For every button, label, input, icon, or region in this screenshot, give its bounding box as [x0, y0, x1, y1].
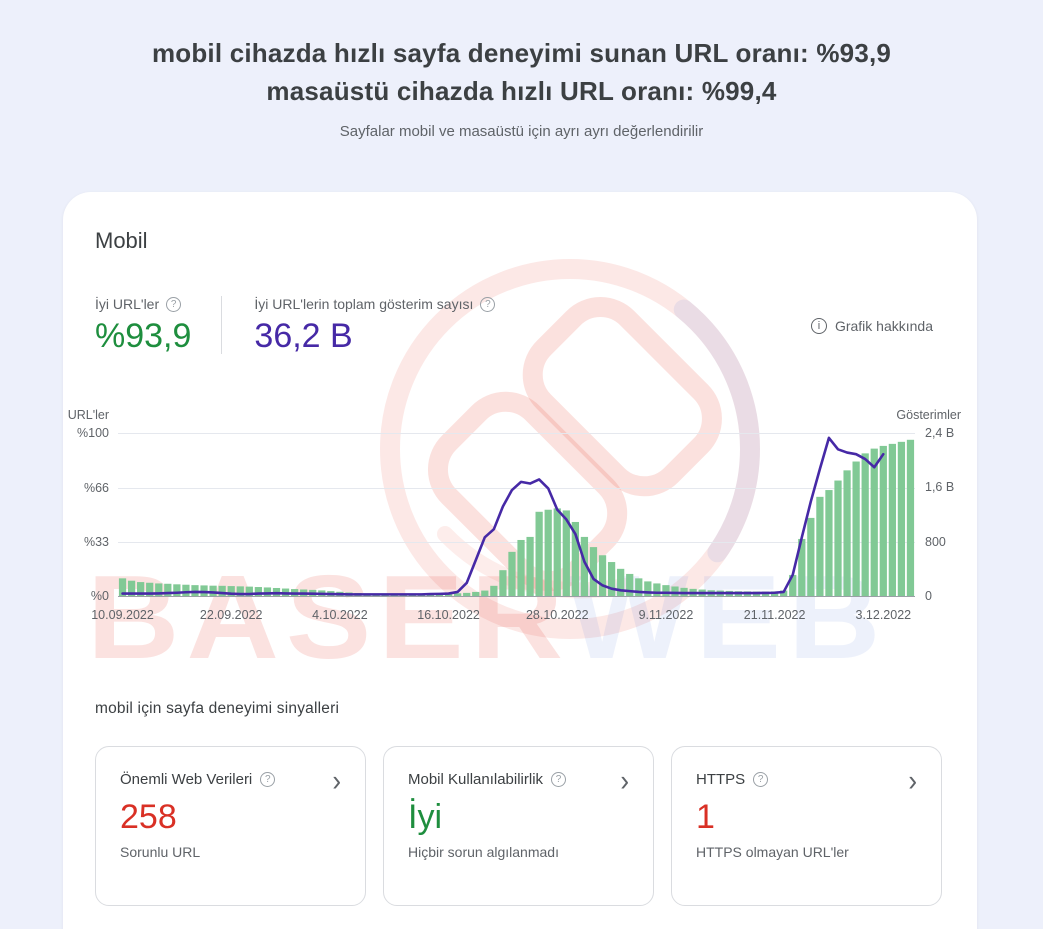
help-icon[interactable]: ?: [260, 772, 275, 787]
about-chart-label: Grafik hakkında: [835, 318, 933, 334]
stat-impressions[interactable]: İyi URL'lerin toplam gösterim sayısı ? 3…: [254, 296, 495, 356]
help-icon[interactable]: ?: [753, 772, 768, 787]
chart-plot: [118, 433, 915, 596]
mobile-panel: BASERWEB Mobil İyi URL'ler ? %93,9 İyi U…: [63, 192, 977, 929]
page-title: mobil cihazda hızlı sayfa deneyimi sunan…: [0, 34, 1043, 110]
card-https-subtext: HTTPS olmayan URL'ler: [696, 844, 917, 860]
right-axis-tick: 800: [925, 535, 946, 549]
right-axis-title: Gösterimler: [896, 408, 961, 422]
x-axis-tick: 21.11.2022: [744, 608, 806, 622]
page-title-line1: mobil cihazda hızlı sayfa deneyimi sunan…: [152, 38, 891, 68]
page-subtitle: Sayfalar mobil ve masaüstü için ayrı ayr…: [0, 123, 1043, 140]
card-core-web-vitals-subtext: Sorunlu URL: [120, 844, 341, 860]
chevron-right-icon[interactable]: ›: [332, 770, 341, 788]
chart-x-labels: 10.09.202222.09.20224.10.202216.10.20222…: [118, 608, 915, 626]
x-axis-tick: 22.09.2022: [200, 608, 263, 622]
card-mobile-usability-title: Mobil Kullanılabilirlik: [408, 771, 543, 788]
left-axis-title: URL'ler: [63, 408, 109, 422]
card-core-web-vitals[interactable]: Önemli Web Verileri ? › 258 Sorunlu URL: [95, 746, 366, 906]
card-core-web-vitals-title: Önemli Web Verileri: [120, 771, 252, 788]
card-https[interactable]: HTTPS ? › 1 HTTPS olmayan URL'ler: [671, 746, 942, 906]
x-axis-tick: 28.10.2022: [526, 608, 589, 622]
x-axis-tick: 10.09.2022: [91, 608, 154, 622]
experience-chart: URL'ler Gösterimler %100 %66 %33 %0 2,4 B 1,…: [63, 402, 977, 640]
page-title-line2: masaüstü cihazda hızlı URL oranı: %99,4: [266, 76, 776, 106]
info-icon: i: [811, 318, 827, 334]
signals-heading: mobil için sayfa deneyimi sinyalleri: [95, 700, 945, 718]
left-axis-tick: %100: [77, 426, 109, 440]
stat-divider: [221, 296, 222, 354]
x-axis-tick: 3.12.2022: [855, 608, 911, 622]
right-axis-tick: 2,4 B: [925, 426, 954, 440]
stat-impressions-value: 36,2 B: [254, 317, 495, 356]
chevron-right-icon[interactable]: ›: [620, 770, 629, 788]
stat-good-urls-label: İyi URL'ler: [95, 296, 159, 312]
card-mobile-usability-value: İyi: [408, 798, 629, 837]
card-mobile-usability[interactable]: Mobil Kullanılabilirlik ? › İyi Hiçbir s…: [383, 746, 654, 906]
page-header: mobil cihazda hızlı sayfa deneyimi sunan…: [0, 0, 1043, 140]
card-https-value: 1: [696, 798, 917, 837]
panel-title: Mobil: [95, 228, 945, 254]
page: mobil cihazda hızlı sayfa deneyimi sunan…: [0, 0, 1043, 929]
right-axis-ticks: 2,4 B1,6 B8000: [925, 433, 977, 596]
card-mobile-usability-subtext: Hiçbir sorun algılanmadı: [408, 844, 629, 860]
signal-cards-row: Önemli Web Verileri ? › 258 Sorunlu URL …: [95, 746, 945, 906]
left-axis-tick: %33: [84, 535, 109, 549]
x-axis-tick: 16.10.2022: [417, 608, 480, 622]
chevron-right-icon[interactable]: ›: [908, 770, 917, 788]
left-axis-ticks: %100%66%33%0: [63, 433, 109, 596]
card-https-title: HTTPS: [696, 771, 745, 788]
about-chart-link[interactable]: i Grafik hakkında: [811, 318, 933, 334]
stats-row: İyi URL'ler ? %93,9 İyi URL'lerin toplam…: [95, 296, 933, 356]
stat-good-urls-value: %93,9: [95, 317, 191, 356]
left-axis-tick: %0: [91, 589, 109, 603]
card-core-web-vitals-value: 258: [120, 798, 341, 837]
x-axis-tick: 4.10.2022: [312, 608, 368, 622]
left-axis-tick: %66: [84, 481, 109, 495]
stat-impressions-label: İyi URL'lerin toplam gösterim sayısı: [254, 296, 473, 312]
gridline: [118, 596, 915, 597]
right-axis-tick: 1,6 B: [925, 480, 954, 494]
stat-good-urls[interactable]: İyi URL'ler ? %93,9: [95, 296, 191, 356]
help-icon[interactable]: ?: [480, 297, 495, 312]
help-icon[interactable]: ?: [551, 772, 566, 787]
right-axis-tick: 0: [925, 589, 932, 603]
chart-canvas: [118, 433, 915, 596]
x-axis-tick: 9.11.2022: [639, 608, 694, 622]
help-icon[interactable]: ?: [166, 297, 181, 312]
